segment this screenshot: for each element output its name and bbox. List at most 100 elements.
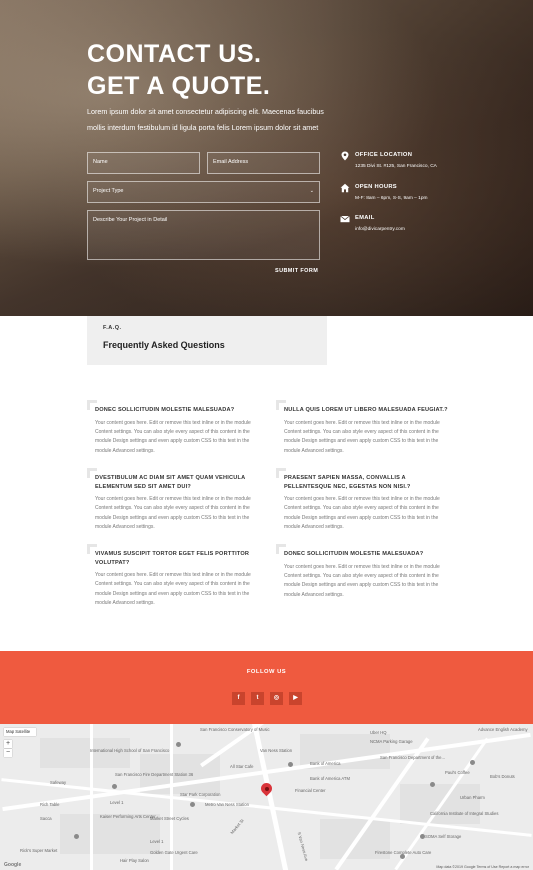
submit-button[interactable]: SUBMIT FORM [275, 268, 318, 274]
hero-title: CONTACT US. GET A QUOTE. [87, 38, 270, 102]
map-label: NCMA Parking Garage [370, 739, 413, 744]
google-logo: Google [4, 862, 22, 868]
faq-answer: Your content goes here. Edit or remove t… [95, 419, 251, 454]
faq-header-box: F.A.Q. Frequently Asked Questions [87, 316, 327, 365]
map-label: Financial Center [295, 788, 326, 793]
map-label: Safeway [50, 780, 67, 785]
chevron-down-icon: ⌄ [309, 188, 314, 194]
map-label: Urban Pharm [460, 795, 485, 800]
map-poi-icon[interactable] [176, 742, 181, 747]
map-label: Metro Van Ness Station [205, 802, 249, 807]
open-hours-title: OPEN HOURS [355, 184, 397, 190]
map-label: Star Park Corporation [180, 792, 221, 797]
map-road [170, 724, 173, 870]
zoom-out-button[interactable]: − [4, 749, 12, 757]
map-label: Bank of America [310, 761, 341, 766]
map-pin-icon [341, 151, 349, 161]
map-label: SOMA Self Storage [425, 834, 462, 839]
faq-question: DVESTIBULUM AC DIAM SIT AMET QUAM VEHICU… [95, 475, 246, 490]
map-street-label: Market St [229, 818, 245, 835]
faq-question: DONEC SOLLICITUDIN MOLESTIE MALESUADA? [95, 407, 235, 413]
hero-section: CONTACT US. GET A QUOTE. Lorem ipsum dol… [0, 0, 533, 316]
map-poi-icon[interactable] [74, 834, 79, 839]
faq-item: NULLA QUIS LOREM UT LIBERO MALESUADA FEU… [276, 400, 454, 456]
zoom-in-button[interactable]: + [4, 740, 12, 748]
map-label: Bank of America ATM [310, 776, 350, 781]
faq-answer: Your content goes here. Edit or remove t… [284, 496, 440, 531]
map-label: All Star Cafe [230, 764, 254, 769]
map-label: Kaiser Performing Arts Center [100, 814, 156, 819]
faq-item: DVESTIBULUM AC DIAM SIT AMET QUAM VEHICU… [87, 468, 265, 533]
youtube-icon[interactable]: ▶ [289, 692, 302, 705]
map-street-label: S Van Ness Ave [296, 831, 310, 862]
office-location-title: OFFICE LOCATION [355, 152, 413, 158]
faq-title: Frequently Asked Questions [103, 340, 225, 350]
faq-item: DONEC SOLLICITUDIN MOLESTIE MALESUADA? Y… [276, 544, 454, 600]
name-input[interactable]: Name [87, 152, 200, 174]
map-label: Hair Play Salon [120, 858, 149, 863]
email-placeholder: Email Address [213, 159, 249, 165]
map-type-control[interactable]: Map Satellite [4, 728, 36, 736]
map-label: Rich Table [40, 802, 60, 807]
open-hours-text: M-F: 8am – 6pm, S-S, 9am – 1pm [355, 196, 428, 201]
follow-us-title: FOLLOW US [246, 669, 287, 675]
map-poi-icon[interactable] [400, 854, 405, 859]
map-block [40, 738, 130, 768]
faq-question: DONEC SOLLICITUDIN MOLESTIE MALESUADA? [284, 551, 424, 557]
email-input[interactable]: Email Address [207, 152, 320, 174]
faq-answer: Your content goes here. Edit or remove t… [95, 572, 251, 607]
hero-title-line-2: GET A QUOTE. [87, 72, 271, 100]
project-type-select[interactable]: Project Type ⌄ [87, 181, 320, 203]
project-details-textarea[interactable]: Describe Your Project in Detail [87, 210, 320, 260]
envelope-icon [340, 215, 350, 223]
faq-item: PRAESENT SAPIEN MASSA, CONVALLIS A PELLE… [276, 468, 454, 533]
hero-title-line-1: CONTACT US. [87, 40, 262, 68]
home-icon [340, 183, 350, 193]
map-label: Golden Gate Urgent Care [150, 850, 198, 855]
map-label: Van Ness Station [260, 748, 293, 753]
map-road [250, 724, 291, 870]
email-title: EMAIL [355, 215, 375, 221]
hero-subtitle: Lorem ipsum dolor sit amet consectetur a… [87, 107, 324, 132]
details-placeholder: Describe Your Project in Detail [93, 217, 168, 223]
faq-question: NULLA QUIS LOREM UT LIBERO MALESUADA FEU… [284, 407, 448, 413]
map-label: Bob's Donuts [490, 774, 515, 779]
map-label: Rick's Super Market [20, 848, 58, 853]
faq-item: DONEC SOLLICITUDIN MOLESTIE MALESUADA? Y… [87, 400, 265, 456]
map-label: Sacca [40, 816, 52, 821]
map-label: Level 1 [110, 800, 124, 805]
map-label: Level 1 [150, 839, 164, 844]
map-poi-icon[interactable] [470, 760, 475, 765]
faq-answer: Your content goes here. Edit or remove t… [284, 563, 440, 598]
map-label: San Francisco Conservatory of Music [200, 727, 270, 732]
map-label: California Institute of Integral Studies [430, 811, 499, 816]
faq-answer: Your content goes here. Edit or remove t… [284, 419, 440, 454]
faq-question: VIVAMUS SUSCIPIT TORTOR EGET FELIS PORTT… [95, 551, 250, 566]
email-link[interactable]: info@divicarpentry.com [355, 227, 405, 232]
project-type-placeholder: Project Type [93, 188, 124, 194]
location-pin-center [264, 786, 269, 791]
map-label: Advance English Academy [478, 727, 528, 732]
map-poi-icon[interactable] [190, 802, 195, 807]
map-poi-icon[interactable] [430, 782, 435, 787]
faq-answer: Your content goes here. Edit or remove t… [95, 496, 251, 531]
twitter-icon[interactable]: t [251, 692, 264, 705]
map-label: Paul's Coffee [445, 770, 470, 775]
map[interactable]: Map Satellite + − San Francisco Conserva… [0, 724, 533, 870]
faq-kicker: F.A.Q. [103, 325, 122, 331]
map-label: San Francisco Fire Department Station 36 [115, 772, 194, 777]
map-poi-icon[interactable] [288, 762, 293, 767]
faq-question: PRAESENT SAPIEN MASSA, CONVALLIS A PELLE… [284, 475, 411, 490]
map-label: International High School of San Francis… [90, 748, 170, 753]
map-footer[interactable]: Map data ©2019 Google Terms of Use Repor… [436, 865, 529, 869]
instagram-icon[interactable]: ◎ [270, 692, 283, 705]
map-poi-icon[interactable] [112, 784, 117, 789]
facebook-icon[interactable]: f [232, 692, 245, 705]
map-poi-icon[interactable] [420, 834, 425, 839]
map-road [90, 724, 93, 870]
map-label: San Francisco Department of the... [380, 755, 445, 760]
office-location-text: 1235 Divi St. #125, San Francisco, CA [355, 164, 437, 169]
faq-item: VIVAMUS SUSCIPIT TORTOR EGET FELIS PORTT… [87, 544, 265, 609]
map-label: Uber HQ [370, 730, 387, 735]
name-placeholder: Name [93, 159, 108, 165]
